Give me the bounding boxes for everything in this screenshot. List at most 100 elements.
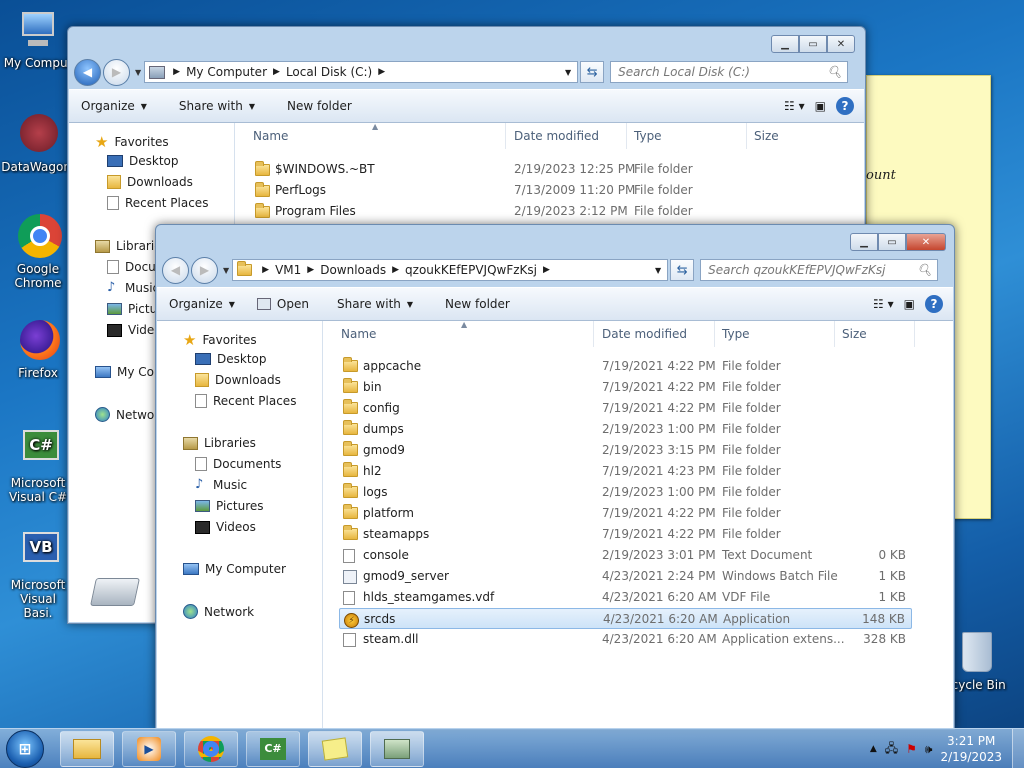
table-row[interactable]: logs 2/19/2023 1:00 PM File folder <box>339 482 912 503</box>
address-bar[interactable]: ▶ My Computer ▶ Local Disk (C:) ▶ ▼ <box>144 61 579 83</box>
nav-desktop[interactable]: Desktop <box>107 154 179 168</box>
taskbar-explorer-window[interactable] <box>370 731 424 767</box>
preview-pane-icon[interactable]: ▣ <box>815 99 826 113</box>
organize-menu[interactable]: Organize ▼ <box>169 297 235 311</box>
table-row[interactable]: bin 7/19/2021 4:22 PM File folder <box>339 377 912 398</box>
nav-desktop[interactable]: Desktop <box>195 352 267 366</box>
forward-button[interactable]: ▶ <box>103 58 130 86</box>
table-row[interactable]: appcache 7/19/2021 4:22 PM File folder <box>339 356 912 377</box>
show-desktop-button[interactable] <box>1012 729 1024 768</box>
nav-my-computer[interactable]: My Computer <box>183 562 286 576</box>
view-options-icon[interactable]: ☷ ▾ <box>873 297 894 311</box>
address-bar[interactable]: ▶ VM1 ▶ Downloads ▶ qzoukKEfEPVJQwFzKsj … <box>232 259 669 281</box>
column-divider[interactable] <box>593 321 594 347</box>
recent-pages-dropdown[interactable]: ▼ <box>135 68 141 77</box>
nav-documents[interactable]: Docu <box>107 260 156 274</box>
help-icon[interactable]: ? <box>925 295 943 313</box>
column-divider[interactable] <box>914 321 915 347</box>
back-button[interactable]: ◀ <box>74 58 101 86</box>
close-button[interactable]: ✕ <box>906 233 946 251</box>
refresh-button[interactable]: ⇆ <box>670 259 695 281</box>
column-name[interactable]: Name <box>253 129 288 143</box>
taskbar-explorer[interactable] <box>60 731 114 767</box>
column-date-modified[interactable]: Date modified <box>602 327 687 341</box>
search-box[interactable]: Search qzoukKEfEPVJQwFzKsj 🔍︎ <box>700 259 939 281</box>
open-button[interactable]: Open <box>256 297 309 311</box>
taskbar-sticky-notes[interactable] <box>308 731 362 767</box>
column-divider[interactable] <box>834 321 835 347</box>
recent-pages-dropdown[interactable]: ▼ <box>223 266 229 275</box>
nav-downloads[interactable]: Downloads <box>107 175 193 189</box>
breadcrumb-vm1[interactable]: VM1 <box>275 263 301 277</box>
nav-videos[interactable]: Videos <box>195 520 256 534</box>
column-type[interactable]: Type <box>722 327 750 341</box>
nav-pictures[interactable]: Pictures <box>195 499 264 513</box>
breadcrumb-my-computer[interactable]: My Computer <box>186 65 267 79</box>
breadcrumb-local-disk[interactable]: Local Disk (C:) <box>286 65 372 79</box>
table-row[interactable]: console 2/19/2023 3:01 PM Text Document 0 K… <box>339 545 912 566</box>
table-row[interactable]: gmod9 2/19/2023 3:15 PM File folder <box>339 440 912 461</box>
organize-menu[interactable]: Organize ▼ <box>81 99 147 113</box>
clock[interactable]: 3:21 PM 2/19/2023 <box>940 733 1002 765</box>
explorer-window-downloads[interactable]: ▁ ▭ ✕ ◀ ▶ ▼ ▶ VM1 ▶ Downloads ▶ qzoukKEf… <box>155 224 955 730</box>
table-row[interactable]: ⚡ srcds 4/23/2021 6:20 AM Application 148 KB <box>339 608 912 629</box>
nav-my-computer[interactable]: My Cor <box>95 365 159 379</box>
search-box[interactable]: Search Local Disk (C:) 🔍︎ <box>610 61 849 83</box>
nav-network[interactable]: Network <box>183 604 254 619</box>
help-icon[interactable]: ? <box>836 97 854 115</box>
nav-music[interactable]: ♪ Music <box>107 281 159 296</box>
preview-pane-icon[interactable]: ▣ <box>904 297 915 311</box>
nav-downloads[interactable]: Downloads <box>195 373 281 387</box>
taskbar-visual-csharp[interactable]: C# <box>246 731 300 767</box>
column-divider[interactable] <box>714 321 715 347</box>
table-row[interactable]: gmod9_server 4/23/2021 2:24 PM Windows Bat… <box>339 566 912 587</box>
close-button[interactable]: ✕ <box>827 35 855 53</box>
new-folder-button[interactable]: New folder <box>287 99 352 113</box>
action-center-icon[interactable]: ⚑ <box>906 742 917 756</box>
breadcrumb-folder[interactable]: qzoukKEfEPVJQwFzKsj <box>405 263 537 277</box>
table-row[interactable]: Program Files 2/19/2023 2:12 PM File fol… <box>255 201 864 222</box>
nav-recent-places[interactable]: Recent Places <box>107 196 208 210</box>
nav-documents[interactable]: Documents <box>195 457 281 471</box>
start-button[interactable]: ⊞ <box>6 730 44 768</box>
refresh-button[interactable]: ⇆ <box>580 61 605 83</box>
nav-favorites[interactable]: ★ Favorites <box>183 331 257 349</box>
column-divider[interactable] <box>505 123 506 149</box>
back-button[interactable]: ◀ <box>162 256 189 284</box>
forward-button[interactable]: ▶ <box>191 256 218 284</box>
share-with-menu[interactable]: Share with ▼ <box>337 297 413 311</box>
table-row[interactable]: dumps 2/19/2023 1:00 PM File folder <box>339 419 912 440</box>
nav-music[interactable]: ♪ Music <box>195 478 247 493</box>
nav-libraries[interactable]: Libraries <box>183 436 256 450</box>
table-row[interactable]: hl2 7/19/2021 4:23 PM File folder <box>339 461 912 482</box>
maximize-button[interactable]: ▭ <box>878 233 906 251</box>
table-row[interactable]: steamapps 7/19/2021 4:22 PM File folder <box>339 524 912 545</box>
nav-pictures[interactable]: Pictur <box>107 302 162 316</box>
table-row[interactable]: steam.dll 4/23/2021 6:20 AM Application ex… <box>339 629 912 650</box>
nav-network[interactable]: Networ <box>95 407 159 422</box>
share-with-menu[interactable]: Share with ▼ <box>179 99 255 113</box>
address-dropdown[interactable]: ▼ <box>655 266 661 275</box>
address-dropdown[interactable]: ▼ <box>565 68 571 77</box>
column-date-modified[interactable]: Date modified <box>514 129 599 143</box>
new-folder-button[interactable]: New folder <box>445 297 510 311</box>
minimize-button[interactable]: ▁ <box>850 233 878 251</box>
table-row[interactable]: PerfLogs 7/13/2009 11:20 PM File folder <box>255 180 864 201</box>
table-row[interactable]: hlds_steamgames.vdf 4/23/2021 6:20 AM VDF … <box>339 587 912 608</box>
breadcrumb-downloads[interactable]: Downloads <box>320 263 386 277</box>
column-divider[interactable] <box>626 123 627 149</box>
column-divider[interactable] <box>746 123 747 149</box>
column-type[interactable]: Type <box>634 129 662 143</box>
column-size[interactable]: Size <box>842 327 867 341</box>
maximize-button[interactable]: ▭ <box>799 35 827 53</box>
minimize-button[interactable]: ▁ <box>771 35 799 53</box>
network-tray-icon[interactable]: 🖧 <box>885 739 898 760</box>
view-options-icon[interactable]: ☷ ▾ <box>784 99 805 113</box>
column-name[interactable]: Name <box>341 327 376 341</box>
table-row[interactable]: $WINDOWS.~BT 2/19/2023 12:25 PM File fol… <box>255 159 864 180</box>
table-row[interactable]: config 7/19/2021 4:22 PM File folder <box>339 398 912 419</box>
taskbar-chrome[interactable] <box>184 731 238 767</box>
volume-icon[interactable]: 🕪 <box>925 742 933 757</box>
column-size[interactable]: Size <box>754 129 779 143</box>
taskbar-media-player[interactable]: ▶ <box>122 731 176 767</box>
